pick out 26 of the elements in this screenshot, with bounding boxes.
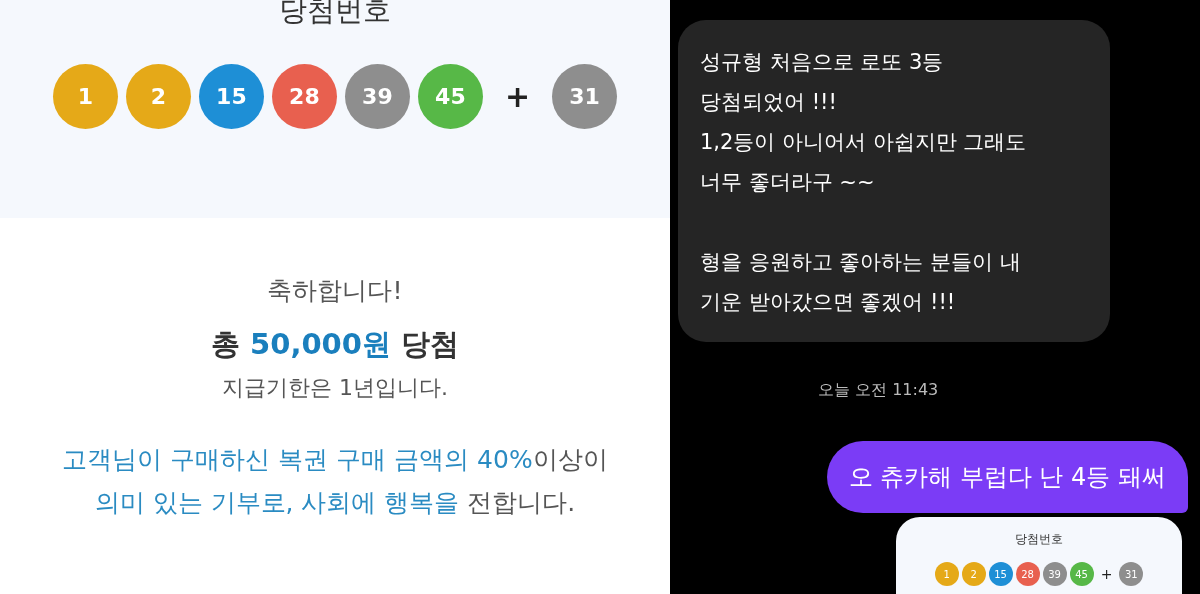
image-attachment[interactable]: 당첨번호 1 2 15 28 39 45 + 31 — [896, 517, 1182, 594]
lottery-ball: 45 — [417, 64, 483, 129]
lottery-ball: 28 — [1015, 562, 1040, 586]
lottery-ball: 45 — [1069, 562, 1094, 586]
lottery-ball: 2 — [961, 562, 986, 586]
winning-numbers-title: 당첨번호 — [1015, 531, 1063, 548]
plus-sign: + — [1100, 566, 1113, 582]
received-message-bubble: 성규형 처음으로 로또 3등 당첨되었어 !!! 1,2등이 아니어서 아쉽지만 그래도 너무 좋더라구 ~~ 형을 응원하고 좋아하는 분들이 내 기운 받아갔으면 좋겠어 !!! — [678, 20, 1110, 342]
donation-text: 고객님이 구매하신 복권 구매 금액의 40%이상이 — [62, 444, 608, 476]
prize-amount-text: 총 50,000원 당첨 — [210, 326, 460, 363]
deadline-text: 지급기한은 1년입니다. — [222, 374, 448, 402]
bonus-ball: 31 — [1119, 562, 1144, 586]
lottery-ball: 28 — [271, 64, 337, 129]
plus-sign: + — [504, 79, 531, 114]
congrats-text: 축하합니다! — [267, 275, 403, 307]
lottery-ball: 39 — [1042, 562, 1067, 586]
lottery-ball: 39 — [344, 64, 410, 129]
sent-message-bubble: 오 츄카해 부럽다 난 4등 돼써 — [826, 441, 1188, 513]
donation-text: 의미 있는 기부로, 사회에 행복을 전합니다. — [94, 487, 576, 519]
lottery-ball: 1 — [934, 562, 959, 586]
bonus-ball: 31 — [552, 64, 618, 129]
lottery-ball: 2 — [125, 64, 191, 129]
lottery-ball: 15 — [198, 64, 264, 129]
message-timestamp: 오늘 오전 11:43 — [818, 380, 939, 401]
lottery-ball: 1 — [52, 64, 118, 129]
lottery-ball: 15 — [988, 562, 1013, 586]
